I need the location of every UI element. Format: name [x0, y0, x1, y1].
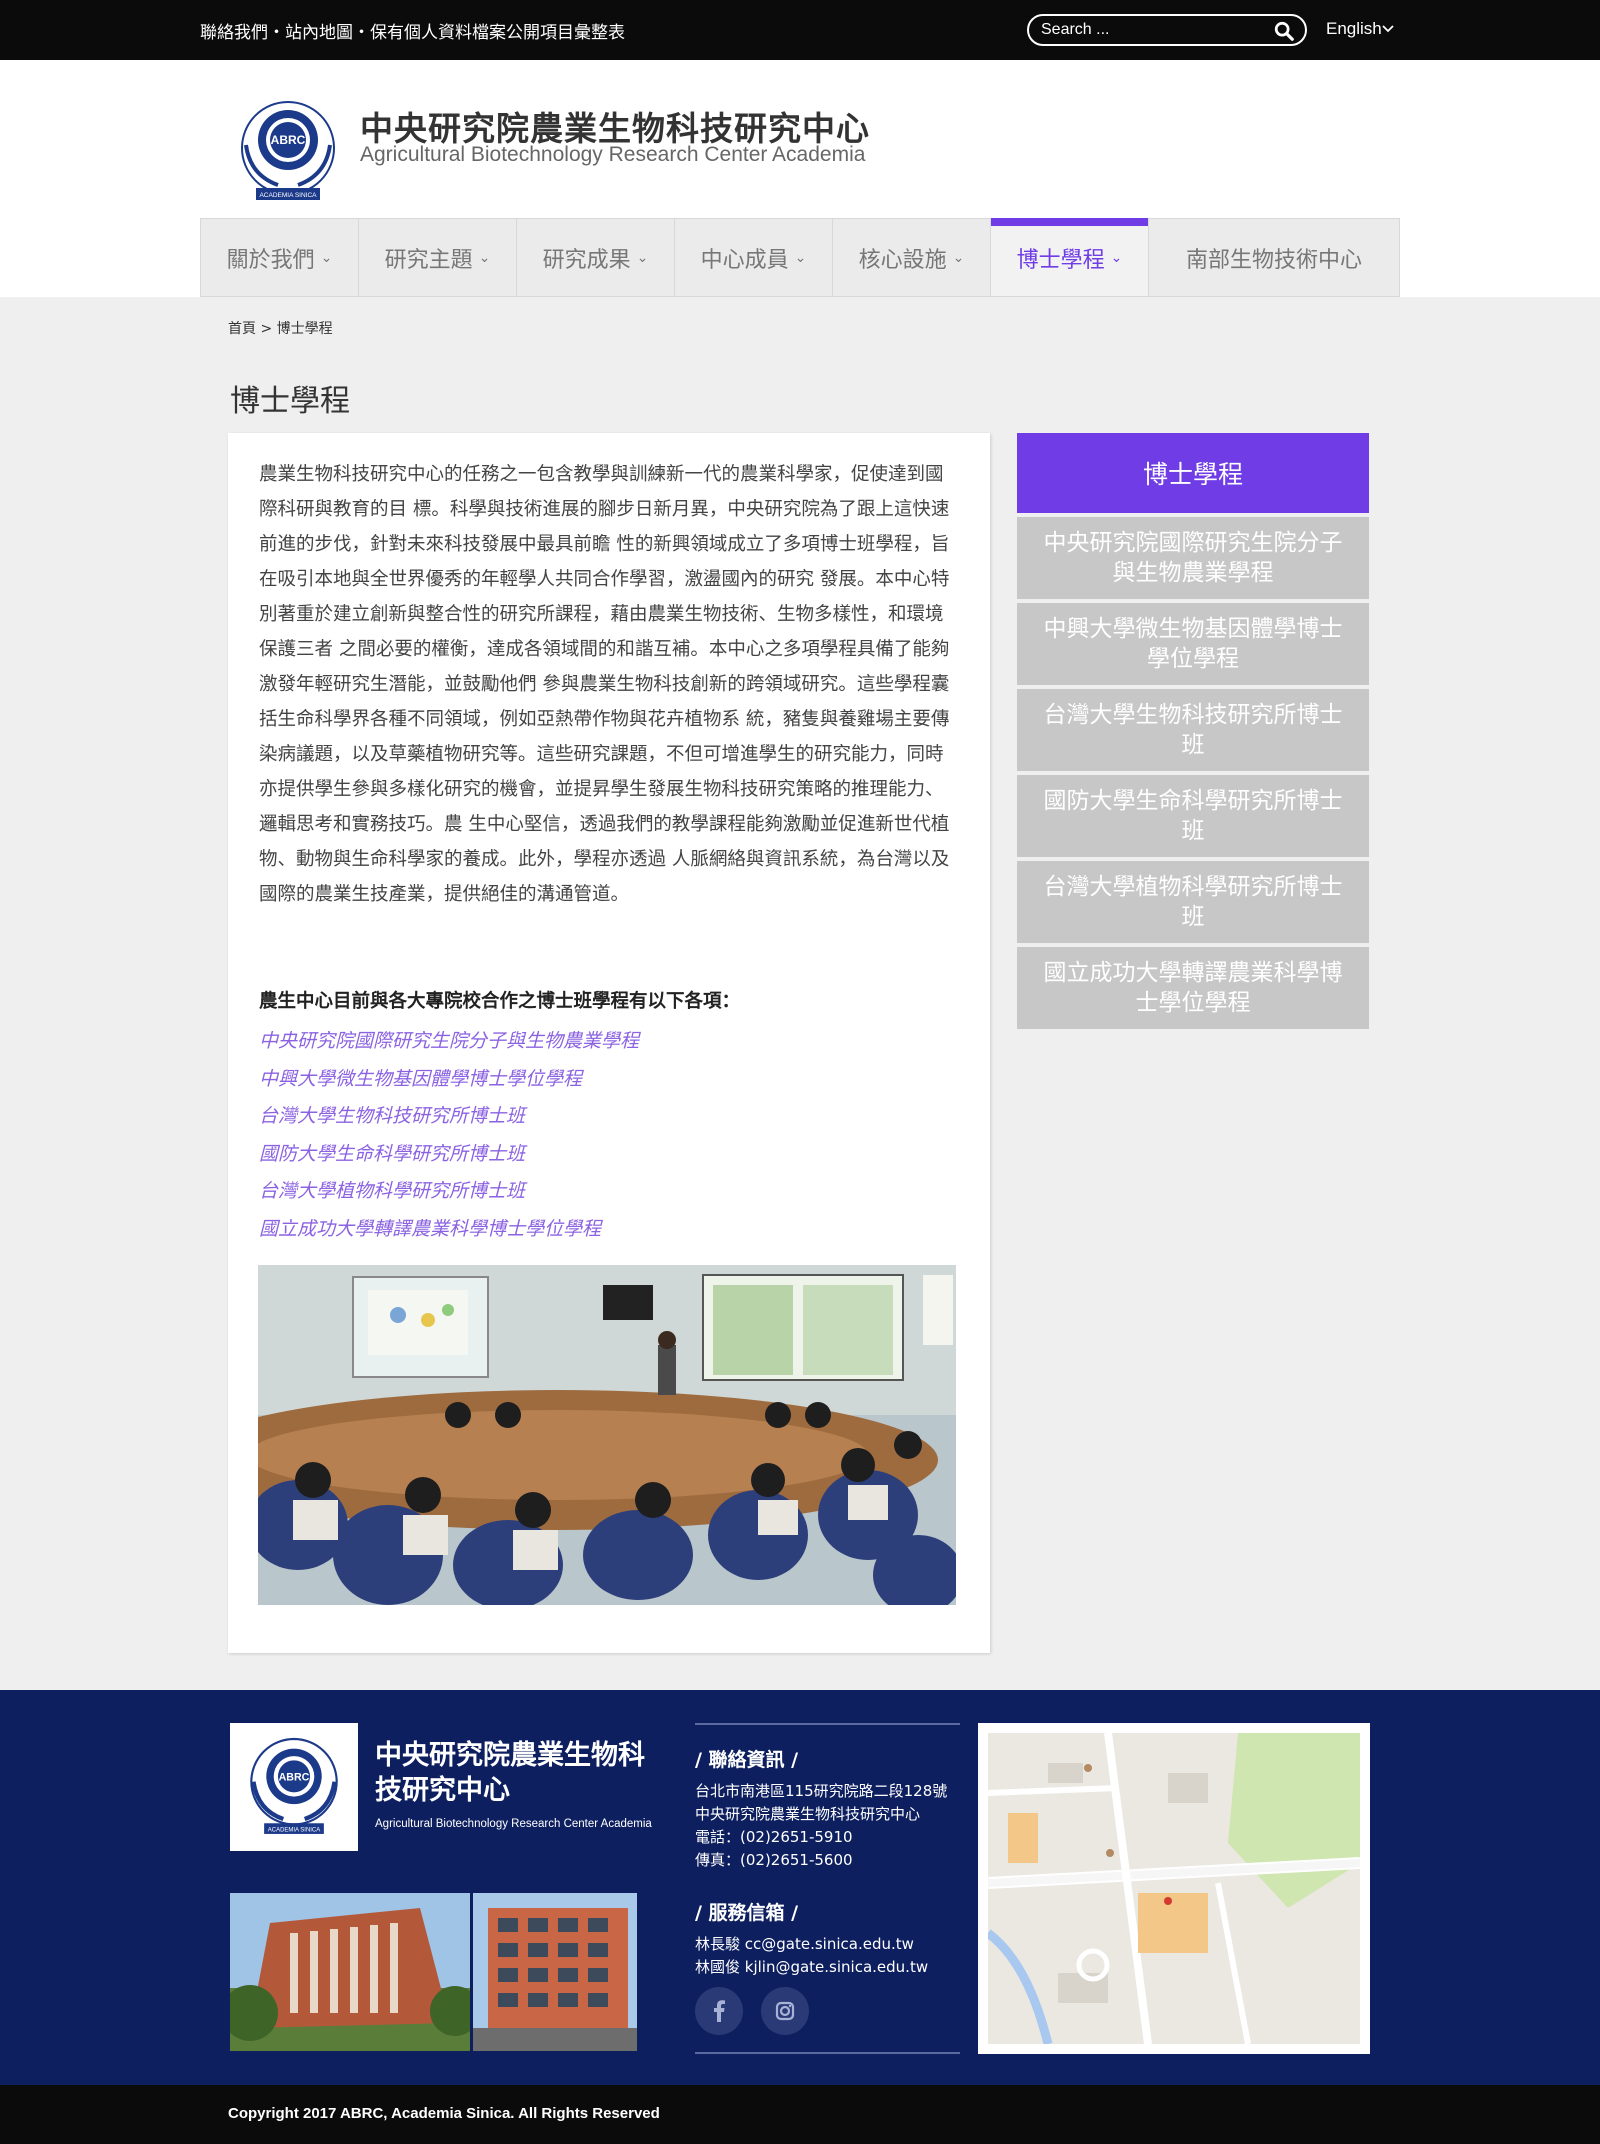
- program-link[interactable]: 台灣大學植物科學研究所博士班: [259, 1173, 639, 1211]
- sidebar: 博士學程 中央研究院國際研究生院分子與生物農業學程 中興大學微生物基因體學博士學…: [1017, 433, 1369, 1033]
- chevron-down-icon: ⌄: [320, 249, 333, 266]
- logo-caption: ACADEMIA SINICA: [268, 1827, 320, 1833]
- search-input[interactable]: [1041, 20, 1261, 40]
- top-bar: 聯絡我們・站內地圖・保有個人資料檔案公開項目彙整表 English: [0, 0, 1600, 60]
- org-name: 中央研究院農業生物科技研究中心: [695, 1805, 921, 1823]
- copyright-bar: Copyright 2017 ABRC, Academia Sinica. Al…: [0, 2085, 1600, 2144]
- sidebar-item[interactable]: 台灣大學植物科學研究所博士班: [1017, 861, 1369, 943]
- email-contact[interactable]: 林國俊 kjlin@gate.sinica.edu.tw: [695, 1956, 960, 1979]
- sidebar-item[interactable]: 中央研究院國際研究生院分子與生物農業學程: [1017, 517, 1369, 599]
- contact-heading: / 聯絡資訊 /: [695, 1749, 799, 1771]
- sidebar-heading[interactable]: 博士學程: [1017, 433, 1369, 513]
- search-icon[interactable]: [1273, 20, 1295, 42]
- abrc-logo-footer: ABRC ACADEMIA SINICA: [250, 1737, 338, 1834]
- program-link[interactable]: 中興大學微生物基因體學博士學位學程: [259, 1061, 639, 1099]
- nav-item-phd-programs[interactable]: 博士學程 ⌄: [991, 218, 1149, 296]
- nav-item-research-topics[interactable]: 研究主題 ⌄: [359, 219, 517, 296]
- nav-item-about[interactable]: 關於我們 ⌄: [201, 219, 359, 296]
- program-link[interactable]: 國立成功大學轉譯農業科學博士學位學程: [259, 1211, 639, 1249]
- nav-item-research-results[interactable]: 研究成果 ⌄: [517, 219, 675, 296]
- site-footer: ABRC ACADEMIA SINICA 中央研究院農業生物科技研究中心 Agr…: [0, 1690, 1600, 2085]
- nav-item-southern-center[interactable]: 南部生物技術中心: [1149, 219, 1399, 296]
- footer-contact: / 聯絡資訊 / 台北市南港區115研究院路二段128號 中央研究院農業生物科技…: [695, 1723, 960, 2054]
- chevron-down-icon: ⌄: [1110, 249, 1123, 266]
- program-link[interactable]: 國防大學生命科學研究所博士班: [259, 1136, 639, 1174]
- logo-text: ABRC: [271, 133, 306, 147]
- language-label: English: [1326, 19, 1382, 38]
- page-title: 博士學程: [230, 384, 350, 419]
- copyright-text: Copyright 2017 ABRC, Academia Sinica. Al…: [228, 2105, 660, 2122]
- location-map[interactable]: [978, 1723, 1370, 2054]
- nav-label: 核心設施: [858, 247, 947, 273]
- footer-title: 中央研究院農業生物科技研究中心: [375, 1740, 645, 1806]
- chevron-down-icon: ⌄: [478, 249, 491, 266]
- program-links: 中央研究院國際研究生院分子與生物農業學程 中興大學微生物基因體學博士學位學程 台…: [259, 1023, 639, 1248]
- chevron-down-icon: ⌄: [952, 249, 965, 266]
- logo-caption: ACADEMIA SINICA: [259, 192, 317, 199]
- nav-label: 研究主題: [384, 247, 473, 273]
- chevron-down-icon: [1382, 25, 1394, 33]
- language-switch[interactable]: English: [1326, 19, 1394, 39]
- address: 台北市南港區115研究院路二段128號: [695, 1782, 948, 1800]
- chevron-down-icon: ⌄: [794, 249, 807, 266]
- abrc-logo[interactable]: ABRC ACADEMIA SINICA: [228, 90, 348, 210]
- nav-item-members[interactable]: 中心成員 ⌄: [675, 219, 833, 296]
- program-list-title: 農生中心目前與各大專院校合作之博士班學程有以下各項：: [259, 991, 741, 1012]
- nav-item-core-facilities[interactable]: 核心設施 ⌄: [833, 219, 991, 296]
- footer-subtitle: Agricultural Biotechnology Research Cent…: [375, 1818, 652, 1830]
- phone[interactable]: 電話：(02)2651-5910: [695, 1826, 960, 1849]
- program-link[interactable]: 台灣大學生物科技研究所博士班: [259, 1098, 639, 1136]
- utility-links[interactable]: 聯絡我們・站內地圖・保有個人資料檔案公開項目彙整表: [200, 18, 625, 43]
- site-subtitle: Agricultural Biotechnology Research Cent…: [360, 143, 866, 166]
- intro-paragraph: 農業生物科技研究中心的任務之一包含教學與訓練新一代的農業科學家，促使達到國際科研…: [259, 464, 950, 905]
- footer-logo[interactable]: ABRC ACADEMIA SINICA: [230, 1723, 358, 1851]
- instagram-icon[interactable]: [761, 1987, 809, 2035]
- facebook-icon[interactable]: [695, 1987, 743, 2035]
- sidebar-item[interactable]: 國立成功大學轉譯農業科學博士學位學程: [1017, 947, 1369, 1029]
- main-content: 農業生物科技研究中心的任務之一包含教學與訓練新一代的農業科學家，促使達到國際科研…: [228, 433, 990, 1653]
- mail-heading: / 服務信箱 /: [695, 1902, 799, 1924]
- sidebar-item[interactable]: 國防大學生命科學研究所博士班: [1017, 775, 1369, 857]
- breadcrumb[interactable]: 首頁 > 博士學程: [228, 318, 333, 338]
- nav-label: 南部生物技術中心: [1185, 247, 1362, 273]
- main-nav: 關於我們 ⌄ 研究主題 ⌄ 研究成果 ⌄ 中心成員 ⌄ 核心設施 ⌄ 博士學程 ⌄ 南部生物…: [200, 218, 1400, 297]
- sidebar-item[interactable]: 台灣大學生物科技研究所博士班: [1017, 689, 1369, 771]
- chevron-down-icon: ⌄: [636, 249, 649, 266]
- email-contact[interactable]: 林長駿 cc@gate.sinica.edu.tw: [695, 1933, 960, 1956]
- social-links: [695, 1987, 809, 2035]
- sidebar-item[interactable]: 中興大學微生物基因體學博士學位學程: [1017, 603, 1369, 685]
- map-image: [985, 1732, 1361, 2046]
- building-photo: [230, 1893, 470, 2051]
- building-photo: [473, 1893, 637, 2051]
- nav-label: 研究成果: [542, 247, 631, 273]
- fax: 傳真：(02)2651-5600: [695, 1851, 853, 1869]
- logo-text: ABRC: [279, 1772, 310, 1784]
- classroom-photo: [258, 1265, 956, 1605]
- nav-label: 博士學程: [1016, 247, 1105, 273]
- search-box[interactable]: [1027, 14, 1307, 46]
- nav-label: 關於我們: [226, 247, 315, 273]
- program-link[interactable]: 中央研究院國際研究生院分子與生物農業學程: [259, 1023, 639, 1061]
- nav-label: 中心成員: [700, 247, 789, 273]
